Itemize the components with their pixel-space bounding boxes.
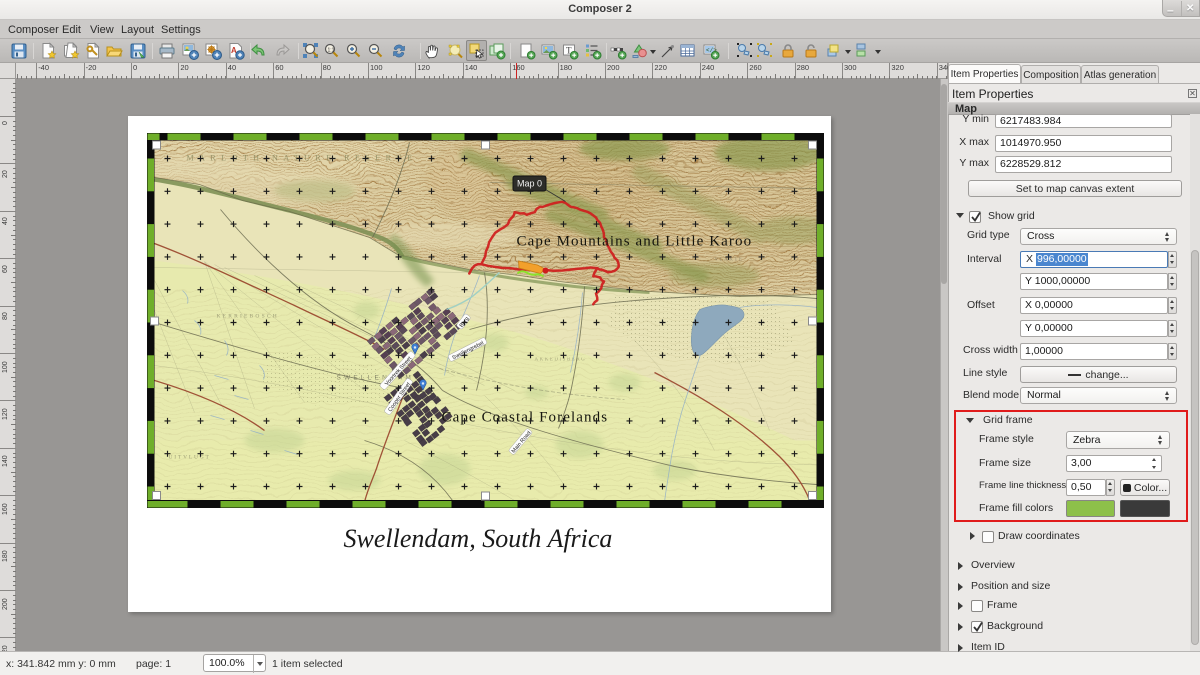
svg-text:SWELLENDAM: SWELLENDAM bbox=[337, 375, 415, 382]
svg-text:AKKEDISBERG: AKKEDISBERG bbox=[535, 358, 587, 363]
svg-text:1:1: 1:1 bbox=[328, 48, 335, 54]
svg-text:Cape Coastal Forelands: Cape Coastal Forelands bbox=[442, 410, 609, 426]
svg-text:KERRIEBOSCH: KERRIEBOSCH bbox=[217, 314, 279, 320]
svg-text:Map 0: Map 0 bbox=[517, 179, 542, 189]
svg-text:Cape Mountains and Little Karo: Cape Mountains and Little Karoo bbox=[517, 234, 753, 250]
